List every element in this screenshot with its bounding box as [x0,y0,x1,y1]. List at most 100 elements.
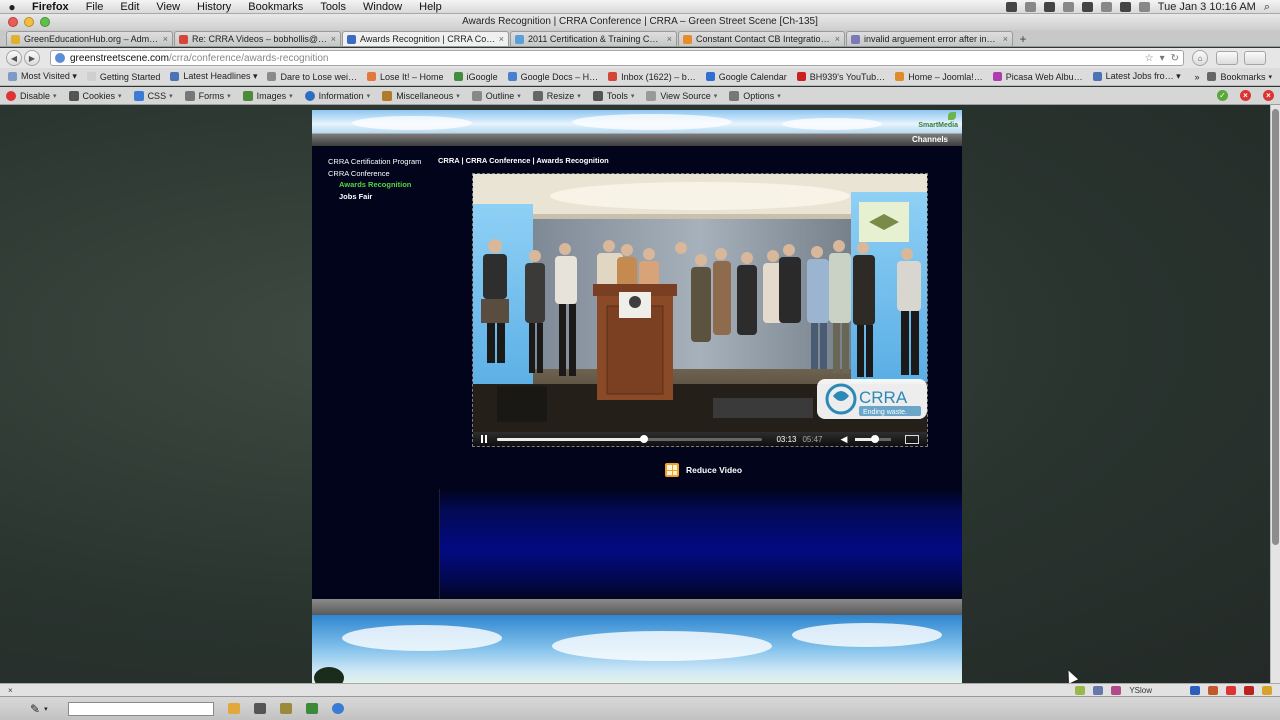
bookmark-joomla[interactable]: Home – Joomla!… [895,72,983,82]
channels-link[interactable]: Channels [912,135,948,144]
chevron-overflow-icon[interactable]: » [1194,72,1199,82]
url-bar[interactable]: greenstreetscene.com /crra/conference/aw… [50,50,1184,66]
error-icon[interactable]: × [1240,90,1251,101]
site-identity-icon[interactable] [55,53,65,63]
bookmark-inbox[interactable]: Inbox (1622) – b… [608,72,696,82]
tab-certification-training[interactable]: 2011 Certification & Training C… × [510,31,677,46]
seek-handle[interactable] [640,434,649,443]
menu-toolbar-button[interactable] [1244,51,1266,65]
yslow-label[interactable]: YSlow [1129,686,1152,695]
camera-icon[interactable] [1005,2,1017,12]
close-window-button[interactable] [8,17,18,27]
volume-icon[interactable] [1119,2,1131,12]
bookmark-dare-to-lose[interactable]: Dare to Lose wei… [267,72,357,82]
tab-awards-recognition[interactable]: Awards Recognition | CRRA Con… × [342,31,509,46]
dropbox-icon[interactable] [1043,2,1055,12]
nav-crra-conference[interactable]: CRRA Conference [328,168,440,180]
gear-tool-icon[interactable] [279,703,292,714]
close-tab-icon[interactable]: × [331,34,336,44]
tab-crra-videos[interactable]: Re: CRRA Videos – bobhollis@g… × [174,31,341,46]
tab-invalid-argument[interactable]: invalid arguement error after in… × [846,31,1013,46]
menu-window[interactable]: Window [363,1,402,13]
volume-handle[interactable] [871,434,880,443]
dev-cookies[interactable]: Cookies ▾ [68,90,122,101]
menu-app[interactable]: Firefox [32,1,69,13]
dev-miscellaneous[interactable]: Miscellaneous ▾ [382,90,460,101]
bug-tool-icon[interactable] [305,703,318,714]
dev-disable[interactable]: Disable ▾ [6,90,57,101]
dev-images[interactable]: Images ▾ [242,90,293,101]
bookmark-latest-jobs[interactable]: Latest Jobs fro… ▾ [1092,71,1181,82]
dev-forms[interactable]: Forms ▾ [184,90,231,101]
close-tab-icon[interactable]: × [499,34,504,44]
bookmark-getting-started[interactable]: Getting Started [86,72,160,82]
dev-css[interactable]: CSS ▾ [133,90,173,101]
flask-icon[interactable] [1075,685,1086,695]
menu-bookmarks[interactable]: Bookmarks [248,1,303,13]
menu-history[interactable]: History [197,1,231,13]
fullscreen-button[interactable] [905,434,919,444]
menu-view[interactable]: View [156,1,180,13]
help-icon[interactable] [331,703,344,714]
nav-awards-recognition[interactable]: Awards Recognition [328,179,440,191]
bookmark-most-visited[interactable]: Most Visited ▾ [8,71,77,82]
page-speed-icon[interactable] [1111,685,1122,695]
url-dropdown-icon[interactable]: ▾ [1160,53,1165,64]
bottom-search-input[interactable] [67,701,214,716]
bookmark-igoogle[interactable]: iGoogle [453,72,498,82]
reduce-video-button[interactable]: Reduce Video [665,463,742,477]
nav-jobs-fair[interactable]: Jobs Fair [328,191,440,203]
bluetooth-icon[interactable] [1081,2,1093,12]
volume-icon[interactable]: ◀ [841,434,848,445]
bookmark-lose-it[interactable]: Lose It! – Home [367,72,444,82]
dev-information[interactable]: Information ▾ [304,90,370,101]
menu-tools[interactable]: Tools [320,1,346,13]
bookmark-google-calendar[interactable]: Google Calendar [705,72,787,82]
spotlight-icon[interactable]: ⌕ [1264,1,1270,14]
dev-view-source[interactable]: View Source ▾ [646,90,717,101]
wrench-icon[interactable]: ✎ [30,702,40,716]
menu-file[interactable]: File [86,1,104,13]
menu-help[interactable]: Help [419,1,442,13]
ox-icon[interactable] [1208,685,1218,695]
bookmark-latest-headlines[interactable]: Latest Headlines ▾ [170,71,257,82]
bookmarks-menu[interactable]: » Bookmarks ▾ [1194,72,1272,82]
close-tab-icon[interactable]: × [163,34,168,44]
close-addon-bar-icon[interactable]: × [8,686,13,695]
dev-resize[interactable]: Resize ▾ [532,90,581,101]
speed-icon[interactable] [1093,685,1104,695]
monitor-tool-icon[interactable] [253,703,266,714]
pause-button[interactable] [481,435,489,443]
menu-clock[interactable]: Tue Jan 3 10:16 AM [1158,1,1256,13]
firebug-icon[interactable] [1262,685,1272,695]
s3-icon[interactable] [1190,685,1200,695]
wifi-icon[interactable] [1100,2,1112,12]
time-machine-icon[interactable] [1062,2,1074,12]
smartmedia-logo[interactable]: SmartMedia [912,112,958,130]
abp-icon[interactable] [1244,685,1254,695]
battery-icon[interactable] [1138,2,1150,12]
screenshot-icon[interactable] [1226,685,1236,695]
video-player[interactable]: CRRA Ending waste. 03:13 05:47 ◀ [472,173,928,447]
bookmark-picasa[interactable]: Picasa Web Albu… [992,72,1083,82]
bookmark-star-icon[interactable]: ☆ [1145,53,1154,64]
back-button[interactable]: ◀ [6,50,22,66]
close-tab-icon[interactable]: × [835,34,840,44]
folder-tool-icon[interactable] [227,703,240,714]
apple-menu-icon[interactable]: ● [6,1,18,13]
close-tab-icon[interactable]: × [1003,34,1008,44]
dev-options[interactable]: Options ▾ [729,90,781,101]
video-frame[interactable]: CRRA Ending waste. [473,174,927,432]
dev-outline[interactable]: Outline ▾ [471,90,521,101]
scrollbar-thumb[interactable] [1272,109,1279,545]
new-tab-button[interactable]: + [1014,31,1032,46]
chevron-down-icon[interactable]: ▾ [44,705,48,713]
bookmark-google-docs[interactable]: Google Docs – H… [507,72,598,82]
dev-tools[interactable]: Tools ▾ [592,90,634,101]
page-scrollbar[interactable] [1270,105,1280,683]
checkmark-icon[interactable]: ✓ [1217,90,1228,101]
bookmark-youtube[interactable]: BH939's YouTub… [796,72,885,82]
sync-icon[interactable] [1024,2,1036,12]
close-toolbar-icon[interactable]: × [1263,90,1274,101]
addon-toolbar-button[interactable] [1216,51,1238,65]
